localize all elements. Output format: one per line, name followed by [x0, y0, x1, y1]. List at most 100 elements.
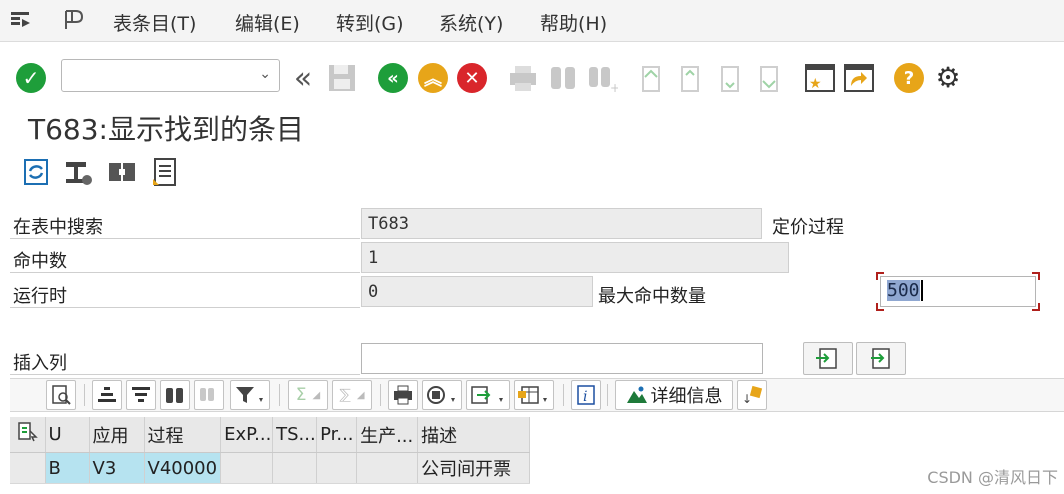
- search-table-field: T683: [361, 208, 762, 239]
- toolbar-separator: [607, 384, 608, 406]
- menu-edit[interactable]: 编辑(E): [235, 9, 300, 36]
- column-header[interactable]: TS...: [272, 417, 318, 453]
- hits-field: 1: [361, 242, 789, 273]
- svg-text:+: +: [610, 81, 618, 93]
- menu-table-entry[interactable]: 表条目(T): [113, 9, 196, 36]
- first-page-icon: [642, 66, 660, 92]
- table-cell[interactable]: V40000: [144, 452, 222, 484]
- table-cell[interactable]: 公司间开票: [417, 452, 531, 484]
- row-divider: [10, 307, 360, 308]
- menu-help[interactable]: 帮助(H): [540, 9, 607, 36]
- details-mountain-icon: [626, 386, 647, 403]
- svg-text:★: ★: [809, 76, 822, 92]
- row-divider: [10, 272, 360, 273]
- exit-icon[interactable]: ︽: [418, 63, 448, 93]
- table-cell[interactable]: V3: [89, 452, 145, 484]
- runtime-field: 0: [361, 276, 593, 307]
- cancel-icon[interactable]: ✕: [457, 63, 487, 93]
- column-header[interactable]: 应用: [89, 417, 145, 453]
- search-table-label: 在表中搜索: [13, 217, 103, 238]
- save-icon[interactable]: [326, 62, 358, 94]
- column-header[interactable]: 过程: [144, 417, 222, 453]
- column-header[interactable]: U: [45, 417, 90, 453]
- toolbar-separator: [84, 384, 85, 406]
- sort-ascending-icon[interactable]: [92, 380, 122, 410]
- subtotal-icon: ⅀ ◢: [332, 380, 372, 410]
- runtime-label: 运行时: [13, 286, 67, 307]
- chevron-down-icon[interactable]: ⌄: [259, 66, 271, 82]
- export-icon[interactable]: [466, 380, 510, 410]
- table-row[interactable]: B V3 V40000 公司间开票: [10, 452, 531, 484]
- back-icon[interactable]: «: [378, 63, 408, 93]
- sort-descending-icon[interactable]: [126, 380, 156, 410]
- page-title: T683:显示找到的条目: [28, 113, 304, 146]
- layout-icon[interactable]: [514, 380, 554, 410]
- insert-column-button[interactable]: [803, 342, 853, 375]
- sort-order-icon[interactable]: ↓: [737, 380, 767, 410]
- table-contents-icon[interactable]: [150, 155, 182, 189]
- views-icon[interactable]: [422, 380, 462, 410]
- details-button[interactable]: 详细信息: [615, 380, 733, 410]
- next-page-icon: [721, 66, 739, 92]
- menu-system[interactable]: 系统(Y): [439, 9, 503, 36]
- table-cell[interactable]: B: [45, 452, 90, 484]
- svg-text:i: i: [583, 389, 587, 405]
- column-header[interactable]: 生产...: [356, 417, 419, 453]
- table-cell[interactable]: [316, 452, 358, 484]
- row-divider: [10, 238, 360, 239]
- table-cell[interactable]: [272, 452, 318, 484]
- create-session-icon[interactable]: ★: [804, 62, 836, 94]
- select-all-icon[interactable]: [10, 417, 46, 453]
- print-icon: [510, 66, 536, 91]
- insert-all-columns-button[interactable]: [856, 342, 906, 375]
- table-cell[interactable]: [356, 452, 419, 484]
- hits-label: 命中数: [13, 251, 67, 272]
- shortcut-icon[interactable]: [843, 62, 875, 94]
- max-hits-input[interactable]: 500: [880, 276, 1036, 307]
- command-field[interactable]: ⌄: [61, 59, 280, 92]
- refresh-icon[interactable]: [20, 155, 52, 189]
- text-cursor: [920, 280, 923, 301]
- sum-icon: Σ ◢: [288, 380, 328, 410]
- selection-criteria-icon[interactable]: [62, 155, 94, 189]
- row-selector[interactable]: [10, 452, 46, 484]
- max-hits-label: 最大命中数量: [598, 286, 706, 307]
- collapse-command-icon[interactable]: «: [288, 61, 318, 96]
- enter-check-icon[interactable]: ✓: [16, 63, 46, 93]
- print-preview-icon[interactable]: [388, 380, 418, 410]
- filter-icon[interactable]: [230, 380, 270, 410]
- insert-column-label: 插入列: [13, 353, 67, 374]
- column-header[interactable]: 描述: [417, 417, 531, 453]
- details-label: 详细信息: [650, 386, 723, 407]
- row-divider: [10, 374, 360, 375]
- check-table-icon[interactable]: [106, 155, 138, 189]
- focus-corner: [1032, 303, 1040, 311]
- customize-layout-icon[interactable]: [62, 9, 86, 31]
- focus-corner: [876, 272, 884, 280]
- column-header[interactable]: ExP...: [220, 417, 274, 453]
- table-header-row: U 应用 过程 ExP... TS... Pr... 生产... 描述: [10, 417, 531, 453]
- insert-column-input[interactable]: [361, 343, 763, 374]
- system-menu-icon[interactable]: [10, 10, 32, 30]
- focus-corner: [1032, 272, 1040, 280]
- toolbar-separator: [279, 384, 280, 406]
- max-hits-value: 500: [887, 280, 920, 301]
- results-table: U 应用 过程 ExP... TS... Pr... 生产... 描述 B V3…: [10, 417, 531, 484]
- insert-column-icon: [816, 348, 837, 369]
- help-icon[interactable]: ?: [894, 63, 924, 93]
- table-cell[interactable]: [220, 452, 274, 484]
- toolbar-separator: [563, 384, 564, 406]
- find-icon: [551, 67, 575, 89]
- insert-all-icon: [871, 348, 890, 369]
- search-table-description: 定价过程: [772, 217, 844, 238]
- settings-gear-icon[interactable]: ⚙: [932, 61, 964, 94]
- information-icon[interactable]: i: [571, 380, 601, 410]
- toolbar-separator: [380, 384, 381, 406]
- find-icon[interactable]: [160, 380, 190, 410]
- menu-goto[interactable]: 转到(G): [336, 9, 404, 36]
- watermark: CSDN @清风日下: [927, 468, 1058, 487]
- focus-corner: [876, 303, 884, 311]
- details-view-icon[interactable]: [46, 380, 76, 410]
- column-header[interactable]: Pr...: [316, 417, 358, 453]
- find-next-icon: +: [589, 67, 618, 93]
